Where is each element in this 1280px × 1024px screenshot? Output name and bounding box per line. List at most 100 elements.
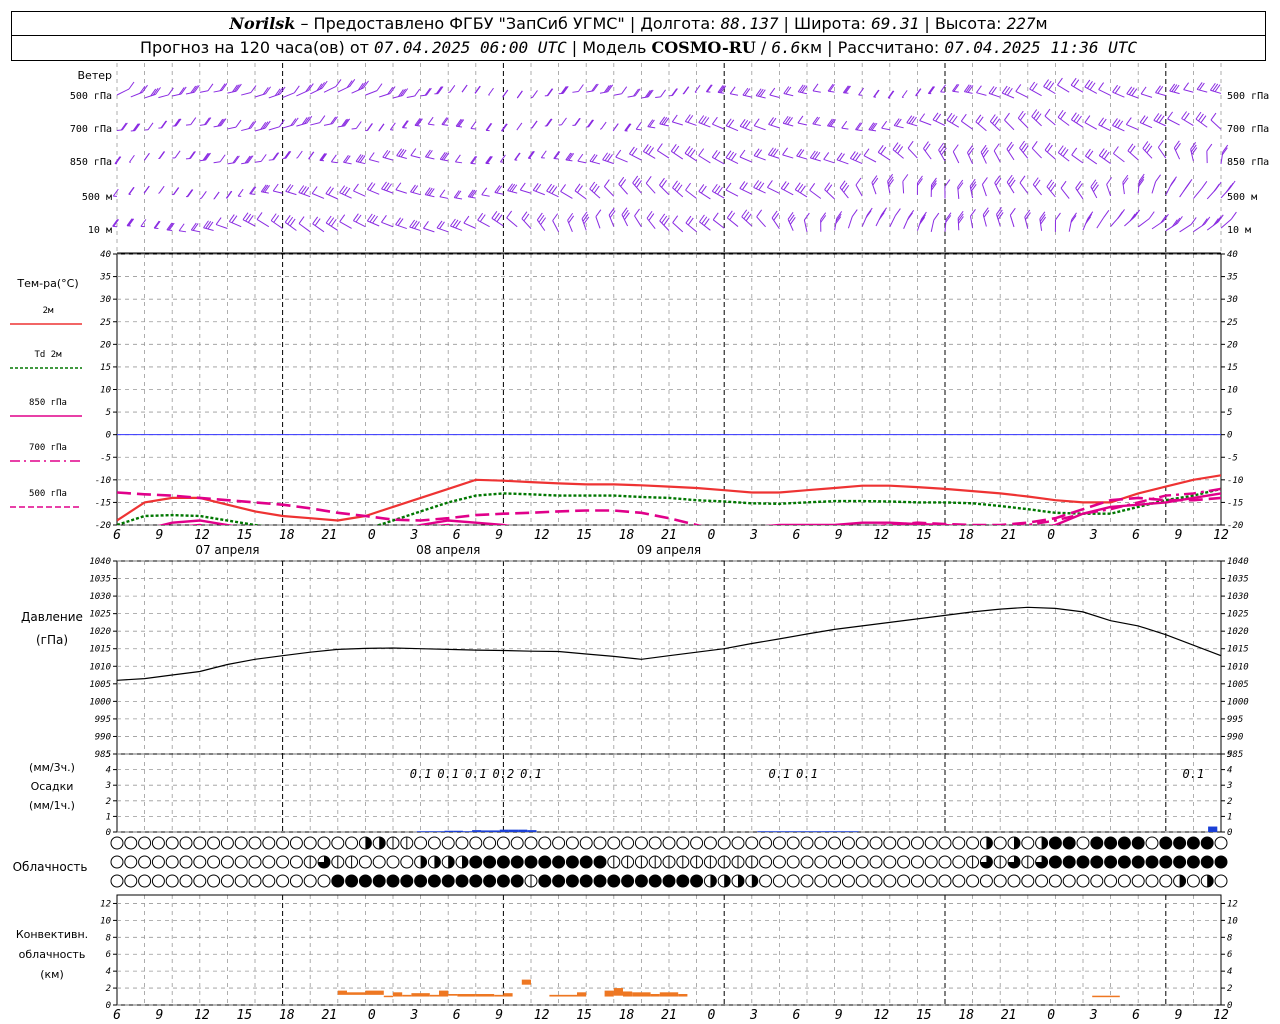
wind-barb-flag bbox=[1191, 147, 1198, 155]
wind-barb-flag bbox=[395, 182, 402, 191]
temp-legend-label: 500 гПа bbox=[29, 489, 67, 499]
temp-ytick-label: 40 bbox=[100, 250, 111, 260]
temp-ytick-label: 20 bbox=[100, 340, 111, 350]
temp-ytick-label-right: -15 bbox=[1227, 498, 1243, 508]
cloud-cover-symbol bbox=[869, 874, 883, 888]
cloud-cover-fill bbox=[635, 875, 648, 887]
wind-barb-flag bbox=[1057, 77, 1063, 86]
cloud-cover-symbol bbox=[1214, 836, 1228, 850]
cloud-cover-symbol bbox=[855, 855, 869, 869]
cloud-cover-fill bbox=[1159, 837, 1172, 849]
wind-barb bbox=[836, 159, 849, 165]
wind-barb-flag bbox=[1131, 211, 1138, 220]
temp-axis-hour-label: 9 bbox=[156, 528, 164, 543]
wind-barb bbox=[1084, 122, 1098, 130]
cloud-cover-symbol bbox=[124, 855, 138, 869]
wind-barb-flag bbox=[1214, 84, 1221, 92]
wind-barb bbox=[907, 147, 918, 159]
wind-barb-flag bbox=[511, 184, 518, 193]
convective-title-1: Конвективн. bbox=[16, 928, 88, 941]
cloud-cover-symbol bbox=[910, 874, 924, 888]
temp-axis-hour-label: 12 bbox=[873, 528, 889, 543]
wind-barb bbox=[1044, 115, 1056, 126]
wind-barb-flag bbox=[260, 154, 267, 162]
wind-barb-flag bbox=[454, 154, 461, 163]
wind-barb bbox=[410, 191, 421, 196]
wind-barb-flag bbox=[461, 84, 468, 93]
conv-ytick-label-right: 8 bbox=[1227, 933, 1232, 943]
wind-barb bbox=[782, 154, 794, 159]
wind-barb bbox=[698, 190, 711, 200]
wind-barb-flag bbox=[412, 185, 419, 193]
wind-barb bbox=[1167, 118, 1180, 126]
wind-barb-flag bbox=[756, 209, 763, 218]
wind-barb-flag bbox=[970, 181, 977, 190]
wind-barb-flag bbox=[1157, 86, 1164, 94]
temp-ytick-label: 25 bbox=[100, 318, 111, 328]
temp-ytick-label: 5 bbox=[106, 408, 111, 418]
wind-barb-flag bbox=[355, 154, 362, 162]
wind-barb-flag bbox=[1125, 117, 1132, 125]
cloud-cover-symbol bbox=[110, 855, 124, 869]
cloud-cover-symbol bbox=[828, 855, 842, 869]
wind-barb-flag bbox=[888, 90, 895, 99]
temp-axis-hour-label: 6 bbox=[792, 528, 800, 543]
wind-barb-flag bbox=[311, 186, 318, 194]
cloud-cover-symbol bbox=[772, 836, 786, 850]
wind-barb-flag bbox=[112, 188, 119, 197]
wind-barb-flag bbox=[982, 207, 989, 216]
precip-bar bbox=[1208, 826, 1218, 832]
cloud-cover-symbol bbox=[179, 855, 193, 869]
cloud-cover-symbol bbox=[151, 855, 165, 869]
wind-barb-flag bbox=[1055, 212, 1061, 221]
wind-barb-flag bbox=[739, 149, 746, 158]
pres-ytick-label: 1025 bbox=[89, 610, 111, 620]
cloud-cover-symbol bbox=[1076, 836, 1090, 850]
cloud-cover-fill bbox=[373, 875, 386, 887]
wind-barb-flag bbox=[353, 183, 359, 192]
bottom-axis-hour-label: 0 bbox=[708, 1008, 716, 1023]
wind-barb-flag bbox=[357, 154, 364, 163]
cloud-cover-symbol bbox=[786, 874, 800, 888]
pres-ytick-label-right: 1010 bbox=[1227, 662, 1249, 672]
pres-ytick-label: 1000 bbox=[89, 697, 111, 707]
convective-bar bbox=[632, 992, 651, 997]
wind-barb-flag bbox=[872, 177, 879, 186]
wind-barb-flag bbox=[729, 86, 736, 95]
precip-bar bbox=[435, 831, 445, 832]
wind-barb bbox=[254, 160, 262, 163]
wind-barb bbox=[1019, 147, 1029, 159]
temp-axis-hour-label: 0 bbox=[368, 528, 376, 543]
wind-barb-flag bbox=[894, 208, 901, 216]
convective-bar bbox=[457, 994, 476, 997]
wind-barb bbox=[796, 155, 808, 160]
cloud-cover-symbol bbox=[952, 855, 966, 869]
wind-barb-flag bbox=[378, 123, 385, 132]
wind-barb bbox=[975, 121, 987, 132]
bottom-axis-hour-label: 21 bbox=[321, 1008, 337, 1023]
cloud-cover-symbol bbox=[303, 874, 317, 888]
wind-barb bbox=[423, 227, 435, 233]
wind-barb-flag bbox=[944, 179, 951, 187]
cloud-cover-fill bbox=[690, 875, 703, 887]
wind-barb-flag bbox=[1031, 141, 1038, 149]
precip-bar bbox=[794, 831, 804, 832]
wind-level-label: 700 гПа bbox=[70, 124, 112, 135]
cloud-cover-symbol bbox=[138, 855, 152, 869]
cloud-cover-symbol bbox=[579, 836, 593, 850]
wind-barb bbox=[889, 215, 896, 228]
cloud-cover-symbol bbox=[938, 855, 952, 869]
temp-axis-hour-label: 6 bbox=[453, 528, 461, 543]
cloud-cover-symbol bbox=[289, 874, 303, 888]
wind-barb bbox=[191, 229, 200, 233]
pres-ytick-label: 1030 bbox=[89, 592, 111, 602]
precip-ytick-label: 1 bbox=[106, 812, 111, 822]
temp-ytick-label-right: 0 bbox=[1227, 431, 1232, 441]
convective-bar bbox=[623, 991, 633, 997]
date-label: 08 апреля bbox=[416, 543, 480, 557]
wind-barb-flag bbox=[1060, 180, 1067, 189]
wind-barb bbox=[726, 125, 739, 132]
cloud-cover-symbol bbox=[1117, 874, 1131, 888]
wind-barb-flag bbox=[814, 151, 821, 160]
wind-barb-flag bbox=[519, 182, 526, 191]
